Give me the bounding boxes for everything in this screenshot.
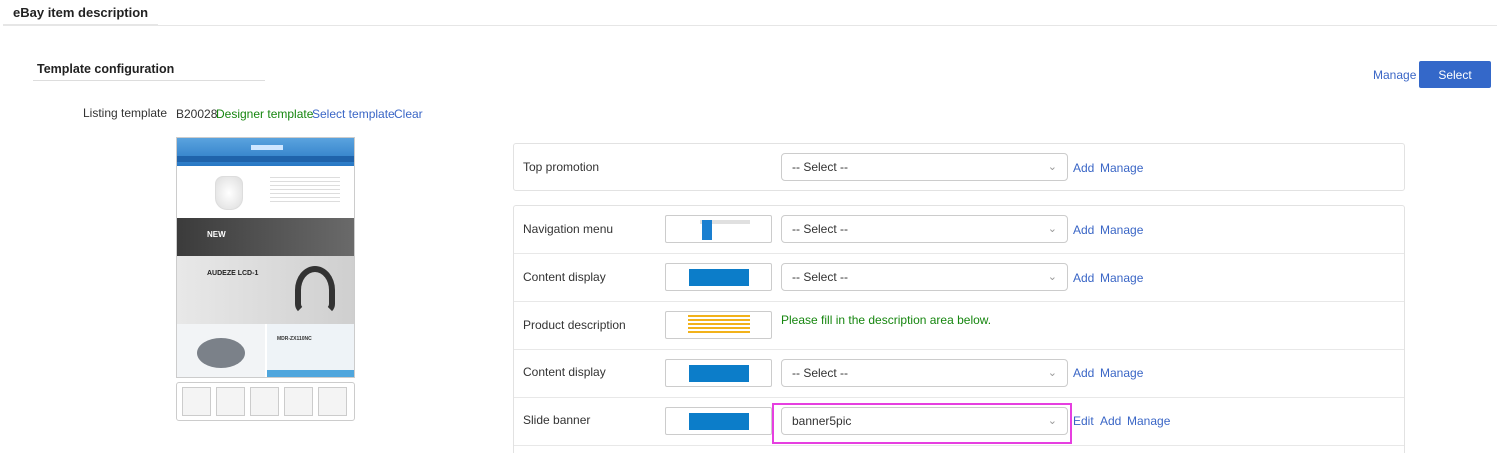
thumbnail-2[interactable] xyxy=(216,387,245,416)
slide-banner-manage-link[interactable]: Manage xyxy=(1127,414,1170,428)
preview-echo-tile xyxy=(177,324,265,377)
preview-logo xyxy=(251,145,283,150)
title-tab-underline xyxy=(3,24,158,26)
slide-banner-edit-link[interactable]: Edit xyxy=(1073,414,1094,428)
navigation-menu-select[interactable]: -- Select -- ⌄ xyxy=(781,215,1068,243)
preview-speaker-image xyxy=(215,176,243,210)
chevron-down-icon: ⌄ xyxy=(1047,161,1057,173)
module-row-navigation-menu: Navigation menu -- Select -- ⌄ Add Manag… xyxy=(514,206,1404,254)
preview-product-area xyxy=(177,166,354,218)
module-row-slide-banner: Slide banner banner5pic ⌄ Edit Add Manag… xyxy=(514,398,1404,446)
slide-banner-thumbnail xyxy=(665,407,772,435)
thumbnail-5[interactable] xyxy=(318,387,347,416)
modules-panel: Navigation menu -- Select -- ⌄ Add Manag… xyxy=(513,205,1405,453)
module-label: Slide banner xyxy=(523,413,591,427)
blue-block-graphic xyxy=(689,365,749,382)
product-description-hint: Please fill in the description area belo… xyxy=(781,313,992,327)
preview-echo-image xyxy=(197,338,245,368)
navigation-menu-add-link[interactable]: Add xyxy=(1073,223,1094,237)
module-row-product-description: Product description Please fill in the d… xyxy=(514,302,1404,350)
template-preview-image[interactable]: NEW AUDEZE LCD-1 MDR-ZX110NC xyxy=(176,137,355,378)
text-lines-graphic xyxy=(688,315,750,335)
preview-band2-text: AUDEZE LCD-1 xyxy=(207,270,259,277)
nav-thumb-graphic xyxy=(700,220,750,240)
module-label: Product description xyxy=(523,318,626,332)
top-promotion-panel: Top promotion -- Select -- ⌄ Add Manage xyxy=(513,143,1405,191)
listing-template-label: Listing template xyxy=(83,106,168,120)
product-description-thumbnail xyxy=(665,311,772,339)
thumbnail-1[interactable] xyxy=(182,387,211,416)
module-row-content-display-2: Content display -- Select -- ⌄ Add Manag… xyxy=(514,350,1404,398)
module-label: Navigation menu xyxy=(523,222,614,236)
clear-template-link[interactable]: Clear xyxy=(394,107,423,121)
top-promotion-select[interactable]: -- Select -- ⌄ xyxy=(781,153,1068,181)
content-display-select-1[interactable]: -- Select -- ⌄ xyxy=(781,263,1068,291)
content-display-add-link-1[interactable]: Add xyxy=(1073,271,1094,285)
blue-block-graphic xyxy=(689,413,749,430)
preview-thumbnails xyxy=(176,382,355,421)
content-display-manage-link-1[interactable]: Manage xyxy=(1100,271,1143,285)
thumbnail-4[interactable] xyxy=(284,387,313,416)
listing-template-type: Designer template xyxy=(216,107,314,121)
chevron-down-icon: ⌄ xyxy=(1047,367,1057,379)
section-divider xyxy=(33,80,265,81)
module-label: Content display xyxy=(523,365,606,379)
preview-new-arrivals-band: NEW xyxy=(177,218,354,256)
preview-headphones-band: AUDEZE LCD-1 xyxy=(177,256,354,324)
navigation-menu-manage-link[interactable]: Manage xyxy=(1100,223,1143,237)
preview-blue-strip xyxy=(267,370,354,377)
top-promotion-label: Top promotion xyxy=(523,160,600,174)
chevron-down-icon: ⌄ xyxy=(1047,271,1057,283)
chevron-down-icon: ⌄ xyxy=(1047,223,1057,235)
slide-banner-select[interactable]: banner5pic ⌄ xyxy=(781,407,1068,435)
section-title: Template configuration xyxy=(37,62,175,76)
thumbnail-3[interactable] xyxy=(250,387,279,416)
select-button[interactable]: Select xyxy=(1419,61,1491,88)
content-display-select-2[interactable]: -- Select -- ⌄ xyxy=(781,359,1068,387)
title-divider xyxy=(3,25,1497,26)
blue-block-graphic xyxy=(689,269,749,286)
manage-templates-link[interactable]: Manage xyxy=(1373,68,1416,82)
preview-headphones-image xyxy=(295,266,335,314)
preview-tile-text: MDR-ZX110NC xyxy=(277,336,312,342)
content-display-thumbnail xyxy=(665,263,772,291)
slide-banner-add-link[interactable]: Add xyxy=(1100,414,1121,428)
top-promotion-manage-link[interactable]: Manage xyxy=(1100,161,1143,175)
top-promotion-add-link[interactable]: Add xyxy=(1073,161,1094,175)
content-display-manage-link-2[interactable]: Manage xyxy=(1100,366,1143,380)
content-display-thumbnail xyxy=(665,359,772,387)
chevron-down-icon: ⌄ xyxy=(1047,415,1057,427)
module-label: Content display xyxy=(523,270,606,284)
navigation-menu-thumbnail xyxy=(665,215,772,243)
preview-band1-text: NEW xyxy=(207,230,226,239)
page-title: eBay item description xyxy=(13,5,149,20)
preview-nav-bar xyxy=(177,156,354,162)
module-row-content-display-1: Content display -- Select -- ⌄ Add Manag… xyxy=(514,254,1404,302)
select-template-link[interactable]: Select template xyxy=(312,107,395,121)
nav-thumb-dropdown xyxy=(702,220,712,240)
listing-template-code: B20028 xyxy=(176,107,218,121)
content-display-add-link-2[interactable]: Add xyxy=(1073,366,1094,380)
top-promotion-row: Top promotion -- Select -- ⌄ Add Manage xyxy=(514,144,1404,191)
preview-text-block xyxy=(270,174,340,204)
